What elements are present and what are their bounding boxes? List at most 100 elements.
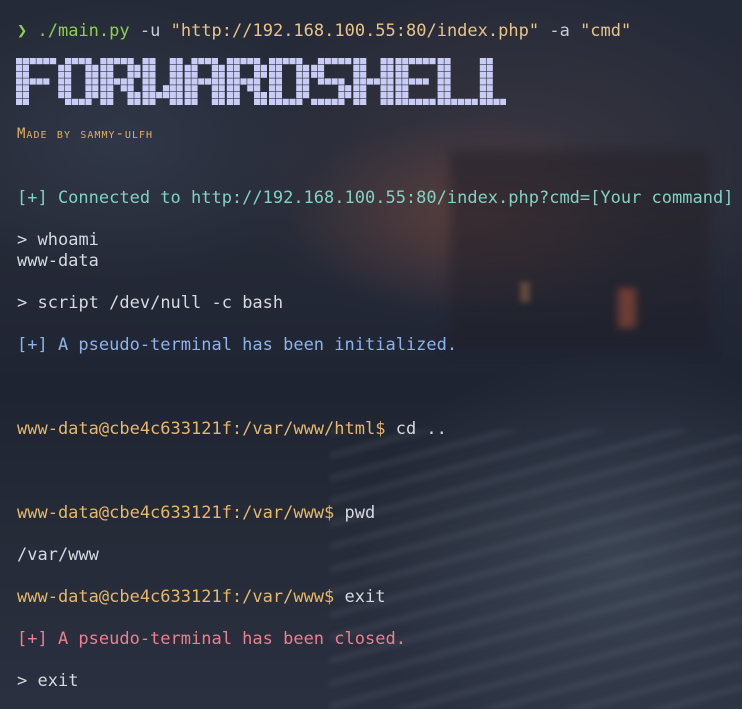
banner-pixel: [162, 85, 170, 92]
banner-pixel: [437, 92, 444, 99]
banner-pixel: [479, 64, 486, 71]
banner-pixel: [233, 85, 240, 92]
banner-pixel: [338, 58, 345, 65]
banner-pixel: [43, 58, 50, 65]
banner-pixel: [233, 58, 240, 65]
banner-pixel: [471, 98, 478, 105]
banner-pixel: [65, 58, 72, 65]
banner-pixel: [387, 58, 394, 65]
banner-pixel: [142, 71, 149, 78]
banner-pixel: [107, 64, 114, 71]
banner-pixel: [211, 64, 218, 71]
banner-pixel: [211, 98, 218, 105]
banner-pixel: [269, 64, 276, 71]
banner-pixel: [169, 85, 176, 92]
banner-pixel: [380, 71, 387, 78]
banner-pixel: [269, 78, 276, 85]
input-prompt: >: [17, 293, 28, 313]
banner-pixel: [142, 85, 149, 92]
banner-pixel: [345, 92, 352, 99]
banner-pixel: [240, 58, 247, 65]
banner-pixel: [85, 98, 92, 105]
shell-prompt: www-data@cbe4c633121f:/var/www/html$: [17, 419, 386, 439]
banner-pixel: [184, 98, 191, 105]
background-steps: [330, 430, 742, 709]
input-prompt: >: [17, 671, 28, 691]
banner-pixel: [149, 64, 156, 71]
banner-pixel: [100, 78, 107, 85]
banner-pixel: [100, 98, 107, 105]
banner-pixel: [233, 78, 240, 85]
banner-pixel: [16, 64, 23, 71]
banner-pixel: [444, 71, 451, 78]
banner-pixel: [29, 58, 36, 65]
banner-pixel: [142, 58, 149, 65]
banner-pixel: [479, 92, 486, 99]
banner-pixel: [92, 71, 99, 78]
banner-pixel: [142, 92, 149, 99]
banner-pixel: [226, 92, 233, 99]
banner-pixel: [275, 98, 282, 105]
banner-pixel: [345, 58, 352, 65]
banner-pixel: [78, 98, 85, 105]
banner-pixel: [338, 98, 345, 105]
banner-pixel: [380, 78, 387, 85]
banner-pixel: [387, 92, 394, 99]
banner-pixel: [254, 98, 261, 105]
banner-pixel: [107, 92, 114, 99]
banner-pixel: [444, 78, 451, 85]
command-url-argument: "http://192.168.100.55:80/index.php": [170, 21, 540, 41]
banner-pixel: [360, 71, 367, 78]
banner-pixel: [85, 58, 92, 65]
banner-pixel: [311, 71, 318, 78]
input-line: > script /dev/null -c bash: [17, 292, 283, 314]
banner-pixel: [402, 58, 409, 65]
banner-pixel: [218, 78, 225, 85]
banner-pixel: [211, 85, 218, 92]
banner-pixel: [444, 64, 451, 71]
banner-pixel: [275, 78, 282, 85]
banner-pixel: [85, 64, 92, 71]
banner-pixel: [65, 85, 72, 92]
banner-pixel: [92, 92, 99, 99]
banner-pixel: [402, 64, 409, 71]
banner-pixel: [247, 58, 254, 65]
banner-pixel: [458, 98, 465, 105]
banner-pixel: [486, 71, 493, 78]
banner-pixel: [142, 64, 149, 71]
banner-pixel: [71, 58, 78, 65]
forwardshell-banner: [16, 58, 506, 106]
banner-pixel: [184, 64, 191, 71]
command-line: ❯ ./main.py -u "http://192.168.100.55:80…: [17, 20, 631, 42]
banner-pixel: [437, 98, 444, 105]
banner-pixel: [16, 71, 23, 78]
banner-pixel: [303, 64, 310, 71]
banner-pixel: [58, 85, 65, 92]
banner-pixel: [107, 58, 114, 65]
banner-pixel: [338, 85, 345, 92]
banner-pixel: [29, 78, 36, 85]
banner-pixel: [100, 71, 107, 78]
banner-pixel: [218, 85, 225, 92]
banner-pixel: [36, 78, 43, 85]
banner-pixel: [162, 92, 170, 99]
banner-pixel: [176, 64, 183, 71]
banner-pixel: [240, 78, 247, 85]
banner-pixel: [345, 85, 352, 92]
banner-pixel: [184, 71, 191, 78]
banner-pixel: [493, 98, 500, 105]
banner-pixel: [402, 92, 409, 99]
banner-pixel: [169, 98, 176, 105]
banner-pixel: [85, 92, 92, 99]
banner-pixel: [444, 98, 451, 105]
banner-pixel: [191, 98, 198, 105]
banner-pixel: [437, 71, 444, 78]
command-script: ./main.py: [37, 21, 130, 41]
banner-pixel: [402, 71, 409, 78]
background-window-light: [520, 282, 530, 302]
banner-pixel: [176, 98, 183, 105]
banner-pixel: [100, 92, 107, 99]
banner-pixel: [486, 58, 493, 65]
banner-pixel: [134, 64, 141, 71]
banner-pixel: [198, 78, 205, 85]
